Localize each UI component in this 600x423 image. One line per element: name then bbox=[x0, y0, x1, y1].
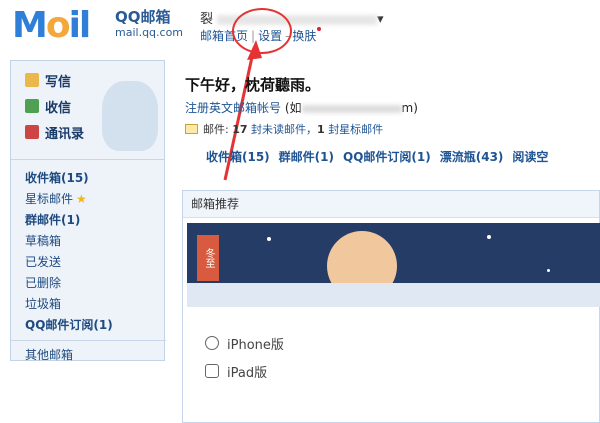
account-name-prefix: 裂 bbox=[200, 12, 214, 27]
folder-starred[interactable]: 星标邮件 ★ bbox=[25, 189, 164, 210]
register-example-close: m) bbox=[401, 101, 418, 115]
folder-deleted[interactable]: 已删除 bbox=[25, 273, 164, 294]
snowflake bbox=[267, 237, 271, 241]
check-mail-label: 收信 bbox=[45, 100, 72, 116]
account-name[interactable]: 裂 ▾ bbox=[200, 8, 384, 27]
contacts-icon bbox=[25, 125, 39, 139]
quick-link-subscriptions[interactable]: QQ邮件订阅(1) bbox=[343, 150, 431, 164]
quick-link-inbox[interactable]: 收件箱(15) bbox=[206, 150, 270, 164]
app-list: iPhone版 iPad版 bbox=[205, 329, 284, 385]
snowflake bbox=[487, 235, 491, 239]
mail-label: 邮件: bbox=[203, 123, 229, 136]
folder-drafts[interactable]: 草稿箱 bbox=[25, 231, 164, 252]
iphone-app-item[interactable]: iPhone版 bbox=[205, 329, 284, 357]
winter-banner-image[interactable]: 冬至 bbox=[187, 223, 600, 307]
contacts-button[interactable]: 通讯录 bbox=[11, 119, 164, 145]
quick-links: 收件箱(15) 群邮件(1) QQ邮件订阅(1) 漂流瓶(43) 阅读空 bbox=[206, 148, 557, 165]
quick-link-drift-bottle[interactable]: 漂流瓶(43) bbox=[440, 150, 504, 164]
check-mail-button[interactable]: 收信 bbox=[11, 93, 164, 119]
header: Moil QQ邮箱 mail.qq.com 裂 ▾ 邮箱首页 | 设置 - 换肤 bbox=[0, 0, 600, 58]
panel-title: 邮箱推荐 bbox=[183, 191, 599, 218]
compose-label: 写信 bbox=[45, 74, 72, 90]
quick-link-reading[interactable]: 阅读空 bbox=[512, 150, 548, 164]
sidebar: 写信 收信 通讯录 收件箱(15) 星标邮件 ★ 群邮件(1) 草稿箱 已发送 已… bbox=[10, 60, 166, 362]
banner-tag: 冬至 bbox=[197, 235, 219, 281]
command-area: 写信 收信 通讯录 bbox=[11, 61, 164, 160]
quick-link-group[interactable]: 群邮件(1) bbox=[279, 150, 334, 164]
mail-summary: 邮件: 17 封未读邮件， 1 封星标邮件 bbox=[178, 121, 600, 137]
starred-link[interactable]: 封星标邮件 bbox=[328, 121, 383, 137]
apple-icon bbox=[205, 336, 219, 350]
folder-starred-label: 星标邮件 bbox=[25, 192, 74, 206]
unread-count: 17 bbox=[232, 122, 248, 136]
star-icon: ★ bbox=[76, 192, 87, 206]
snowflake bbox=[547, 269, 550, 272]
snowy-ground bbox=[187, 283, 600, 307]
iphone-app-label: iPhone版 bbox=[227, 337, 284, 353]
compose-icon bbox=[25, 73, 39, 87]
mail-logo-mark: Moil bbox=[12, 5, 91, 46]
folder-sent[interactable]: 已发送 bbox=[25, 252, 164, 273]
folder-subscriptions[interactable]: QQ邮件订阅(1) bbox=[25, 315, 164, 336]
ipad-app-item[interactable]: iPad版 bbox=[205, 357, 284, 385]
main-content: 下午好，枕荷聽雨。 注册英文邮箱帐号 (如 m) 邮件: 17 封未读邮件， 1 封… bbox=[178, 62, 600, 423]
register-link[interactable]: 注册英文邮箱帐号 bbox=[185, 101, 281, 115]
register-english-account: 注册英文邮箱帐号 (如 m) bbox=[178, 99, 600, 116]
compose-button[interactable]: 写信 bbox=[11, 67, 164, 93]
starred-count: 1 bbox=[317, 122, 325, 136]
logo-brand: QQ邮箱 bbox=[115, 8, 171, 26]
register-example-blurred bbox=[301, 104, 402, 113]
ipad-icon bbox=[205, 364, 219, 378]
logo-url: mail.qq.com bbox=[115, 26, 184, 39]
folder-spam[interactable]: 垃圾箱 bbox=[25, 294, 164, 315]
folder-group-mail[interactable]: 群邮件(1) bbox=[25, 210, 164, 231]
logo-text: QQ邮箱 mail.qq.com bbox=[115, 8, 205, 40]
contacts-label: 通讯录 bbox=[45, 126, 85, 142]
folder-list: 收件箱(15) 星标邮件 ★ 群邮件(1) 草稿箱 已发送 已删除 垃圾箱 QQ邮… bbox=[11, 160, 166, 366]
folder-other-mailboxes[interactable]: 其他邮箱 bbox=[25, 345, 164, 366]
folder-inbox[interactable]: 收件箱(15) bbox=[25, 168, 164, 189]
ipad-app-label: iPad版 bbox=[227, 365, 268, 381]
annotation-circle bbox=[232, 8, 292, 54]
qq-mail-logo[interactable]: Moil bbox=[12, 5, 91, 46]
recommend-panel: 邮箱推荐 冬至 iPhone版 iPad版 bbox=[182, 190, 600, 423]
unread-link[interactable]: 封未读邮件， bbox=[251, 121, 317, 137]
inbox-download-icon bbox=[25, 99, 39, 113]
change-skin-link[interactable]: 换肤 bbox=[292, 29, 316, 43]
greeting: 下午好，枕荷聽雨。 bbox=[185, 76, 321, 94]
account-caret-icon: ▾ bbox=[377, 12, 384, 27]
envelope-icon bbox=[185, 124, 198, 134]
register-example-open: (如 bbox=[284, 101, 302, 115]
new-dot-icon bbox=[317, 27, 322, 31]
folder-divider bbox=[11, 340, 166, 341]
